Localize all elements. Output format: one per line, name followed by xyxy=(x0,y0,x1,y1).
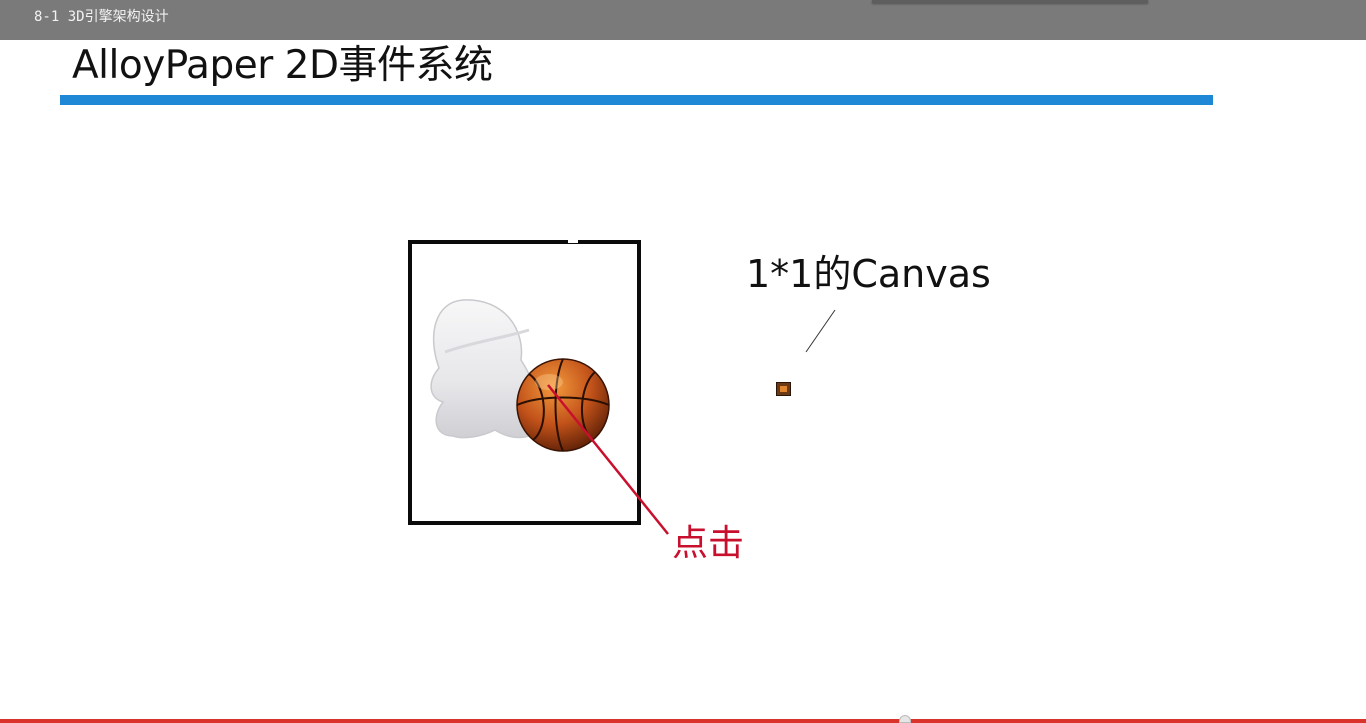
title-underline xyxy=(60,95,1213,105)
window-title: 8-1 3D引擎架构设计 xyxy=(34,9,169,25)
qq-penguin-with-basketball-icon xyxy=(430,299,610,452)
click-label: 点击 xyxy=(672,523,745,564)
frame-notch xyxy=(568,238,578,243)
progress-handle[interactable] xyxy=(899,715,911,723)
titlebar-tab-indicator xyxy=(872,0,1148,3)
click-pointer-lines xyxy=(547,309,836,535)
bottom-progress-rule xyxy=(0,719,1366,723)
canvas-pointer-line xyxy=(805,309,836,353)
canvas-size-label: 1*1的Canvas xyxy=(746,252,991,296)
basketball xyxy=(516,358,610,452)
tiny-canvas-swatch-icon xyxy=(776,382,791,396)
slide-title: AlloyPaper 2D事件系统 xyxy=(72,43,493,88)
window-titlebar: 8-1 3D引擎架构设计 xyxy=(0,0,1366,40)
